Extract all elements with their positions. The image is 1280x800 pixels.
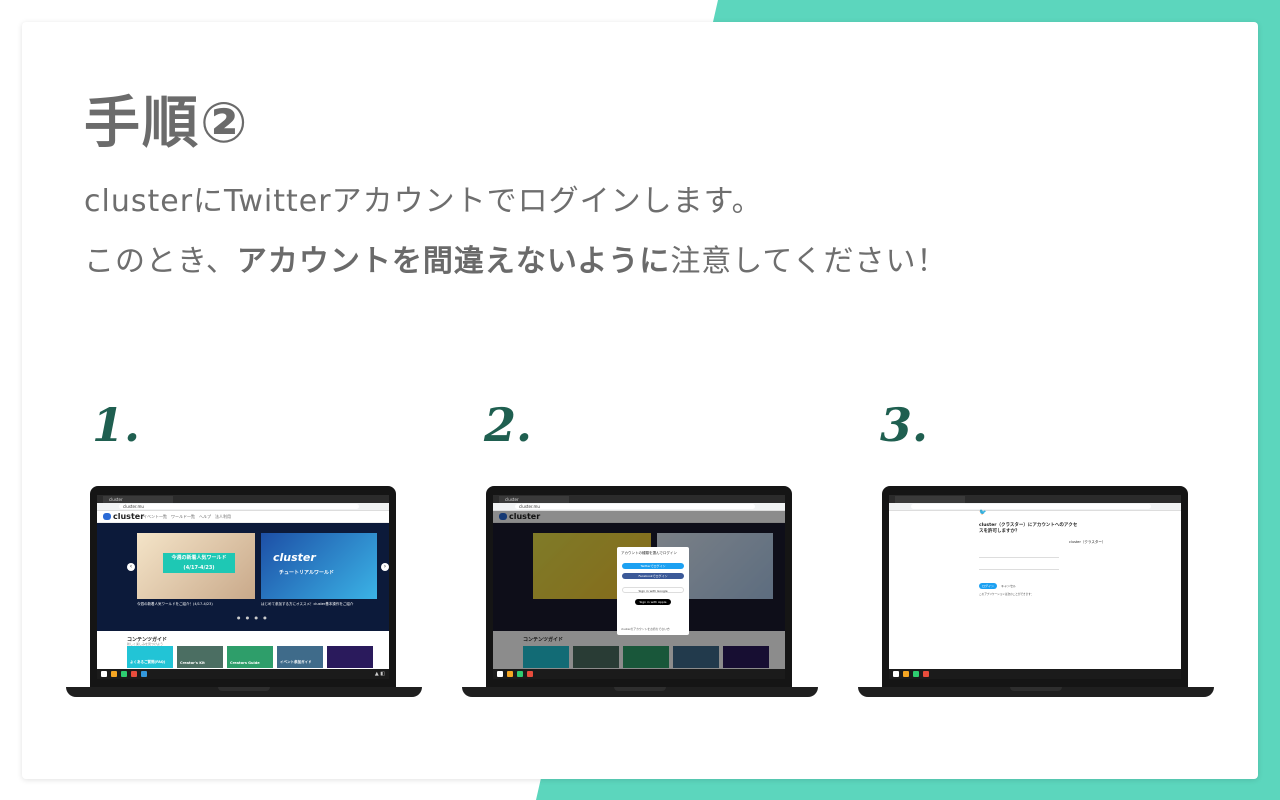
banner-new-worlds-line1: 今週の新着人気ワールド: [171, 555, 227, 561]
banner-tutorial-title: cluster: [273, 551, 316, 564]
guide-thumb-event-label: イベント参加ガイド: [280, 660, 312, 664]
laptop-screen: cluster cluster.mu cluster コンテンツガイド アカウン…: [493, 495, 785, 679]
instruction-line-2-post: 注意してください！: [670, 244, 948, 279]
carousel-dots: ● ● ● ●: [237, 615, 269, 620]
browser-tabbar: cluster: [97, 495, 389, 503]
facebook-login-button[interactable]: Facebookでログイン: [622, 573, 684, 579]
step-number-1: 1.: [92, 398, 141, 452]
login-modal-footer[interactable]: clusterのアカウントをお持ちでない方: [621, 627, 670, 631]
login-modal: アカウントの種類を選んでログイン Twitterでログイン Facebookでロ…: [617, 547, 689, 635]
instruction-line-2: このとき、アカウントを間違えないように注意してください！: [84, 236, 948, 280]
taskbar: [889, 669, 1181, 679]
guide-thumb-kit-label: Creator's Kit: [180, 661, 205, 665]
carousel-next-icon: ›: [381, 563, 389, 571]
browser-tab: [895, 496, 965, 503]
guide-thumb-creators: Creators Guide: [227, 646, 273, 668]
twitter-auth-title: cluster（クラスター）にアカウントへのアクセスを許可しますか？: [979, 523, 1078, 534]
guide-thumb-kit: Creator's Kit: [177, 646, 223, 668]
laptop-step-2: cluster cluster.mu cluster コンテンツガイド アカウン…: [462, 486, 818, 700]
twitter-cancel-button[interactable]: キャンセル: [1001, 584, 1016, 588]
guide-thumb-creators-label: Creators Guide: [230, 661, 260, 665]
login-modal-title: アカウントの種類を選んでログイン: [621, 551, 677, 555]
twitter-app-name: cluster（クラスター）: [1069, 540, 1106, 544]
laptop-step-1: cluster cluster.mu cluster イベント一覧 ワールド一覧…: [66, 486, 422, 700]
instruction-line-2-pre: このとき、: [84, 244, 237, 279]
hero-carousel: 今週の新着人気ワールド (4/17-4/23) cluster チュートリアルワ…: [97, 523, 389, 631]
browser-tabbar: [889, 495, 1181, 503]
laptop-step-3: 🐦 cluster（クラスター）にアカウントへのアクセスを許可しますか？ clu…: [858, 486, 1214, 700]
guide-thumb-space: [327, 646, 373, 668]
instruction-line-1: clusterにTwitterアカウントでログインします。: [84, 184, 763, 219]
browser-tabbar: cluster: [493, 495, 785, 503]
laptop-screen: cluster cluster.mu cluster イベント一覧 ワールド一覧…: [97, 495, 389, 679]
twitter-login-button[interactable]: Twitterでログイン: [622, 563, 684, 569]
taskbar-tray: ▲ ◧: [374, 671, 385, 677]
apple-login-button[interactable]: Sign in with Apple: [635, 599, 671, 605]
carousel-prev-icon: ‹: [127, 563, 135, 571]
step-number-3: 3.: [880, 398, 929, 452]
laptop-bezel: cluster cluster.mu cluster イベント一覧 ワールド一覧…: [90, 486, 396, 687]
guide-thumb-faq-label: よくあるご質問(FAQ): [130, 660, 166, 664]
laptop-base: [66, 687, 422, 697]
banner-tutorial-sub: チュートリアルワールド: [279, 570, 334, 576]
browser-address-bar: cluster.mu: [97, 503, 389, 511]
username-field[interactable]: [979, 557, 1059, 558]
page-title: 手順②: [84, 91, 250, 156]
taskbar: ▲ ◧: [97, 669, 389, 679]
banner-new-worlds-label: 今週の新着人気ワールド (4/17-4/23): [163, 553, 235, 573]
twitter-bird-icon: 🐦: [979, 509, 987, 516]
twitter-login-button[interactable]: ログイン: [979, 583, 997, 589]
url-field: [911, 504, 1151, 509]
step-number-2: 2.: [484, 398, 533, 452]
laptop-bezel: 🐦 cluster（クラスター）にアカウントへのアクセスを許可しますか？ clu…: [882, 486, 1188, 687]
cluster-logo-text: cluster: [113, 512, 145, 521]
password-field[interactable]: [979, 569, 1059, 570]
twitter-permissions-text: このアプリケーションは次のことができます：: [979, 593, 1034, 596]
url-field: cluster.mu: [119, 504, 359, 509]
laptop-screen: 🐦 cluster（クラスター）にアカウントへのアクセスを許可しますか？ clu…: [889, 495, 1181, 679]
site-nav: イベント一覧 ワールド一覧 ヘルプ 法人利用: [143, 514, 231, 519]
banner-new-worlds: 今週の新着人気ワールド (4/17-4/23): [137, 533, 255, 599]
content-guide: コンテンツガイド 新しく楽しみを見つけよう よくあるご質問(FAQ) Creat…: [97, 632, 389, 669]
instruction-line-2-emphasis: アカウントを間違えないように: [236, 244, 671, 279]
laptop-bezel: cluster cluster.mu cluster コンテンツガイド アカウン…: [486, 486, 792, 687]
url-field: cluster.mu: [515, 504, 755, 509]
banner-caption-1: 今週の新着人気ワールドをご紹介！(4/17-4/23): [137, 602, 213, 606]
laptop-base: [858, 687, 1214, 697]
laptop-base: [462, 687, 818, 697]
banner-new-worlds-line2: (4/17-4/23): [183, 565, 215, 571]
taskbar: [493, 669, 785, 679]
browser-tab: cluster: [499, 496, 569, 503]
site-header: cluster イベント一覧 ワールド一覧 ヘルプ 法人利用: [97, 511, 389, 523]
browser-tab: cluster: [103, 496, 173, 503]
banner-caption-2: はじめて参加する方にオススメ！cluster基本操作をご紹介: [261, 602, 354, 606]
banner-tutorial: cluster チュートリアルワールド: [261, 533, 377, 599]
guide-thumb-faq: よくあるご質問(FAQ): [127, 646, 173, 668]
browser-address-bar: cluster.mu: [493, 503, 785, 511]
google-login-button[interactable]: Sign in with Google: [622, 587, 684, 593]
browser-address-bar: [889, 503, 1181, 511]
guide-thumb-event: イベント参加ガイド: [277, 646, 323, 668]
cluster-logo: cluster: [103, 512, 144, 521]
